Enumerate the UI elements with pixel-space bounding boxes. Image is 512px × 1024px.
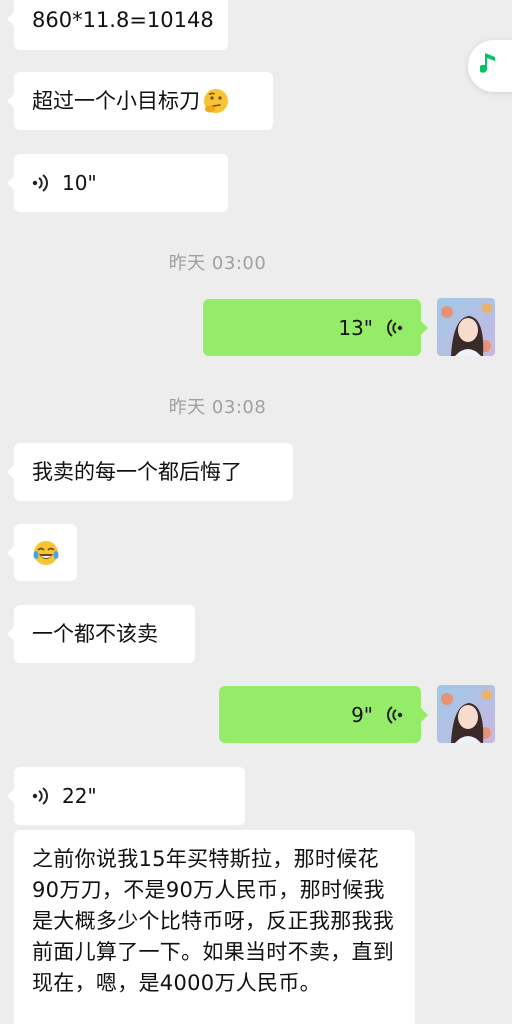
voice-duration: 9" [351, 702, 373, 727]
voice-duration: 22" [62, 784, 97, 808]
message-text: 860*11.8=10148 [32, 8, 214, 32]
message-text: 一个都不该卖 [32, 622, 158, 646]
thinking-face-emoji [202, 87, 230, 115]
voice-wave-icon [387, 318, 403, 338]
message-text: 我卖的每一个都后悔了 [32, 460, 242, 484]
voice-wave-icon [32, 786, 48, 806]
voice-message-outgoing[interactable]: 9" [219, 686, 428, 743]
timestamp: 昨天 03:08 [168, 397, 267, 418]
message-bubble-incoming[interactable]: 860*11.8=10148 [7, 0, 228, 50]
voice-message-incoming[interactable]: 10" [7, 154, 228, 212]
voice-wave-icon [387, 705, 403, 725]
voice-message-incoming[interactable]: 22" [7, 767, 245, 825]
floating-music-button[interactable] [468, 40, 512, 92]
message-bubble-incoming[interactable]: 我卖的每一个都后悔了 [7, 443, 293, 501]
voice-duration: 13" [338, 315, 373, 340]
chat-conversation: 860*11.8=10148 超过一个小目标刀 10" 昨天 03:00 13"… [0, 0, 512, 1024]
avatar[interactable] [437, 298, 495, 356]
music-note-icon [479, 52, 500, 80]
message-bubble-incoming[interactable] [7, 524, 77, 581]
message-text: 之前你说我15年买特斯拉，那时候花90万刀，不是90万人民币，那时候我是大概多少… [32, 847, 395, 995]
voice-transcription-text[interactable]: 之前你说我15年买特斯拉，那时候花90万刀，不是90万人民币，那时候我是大概多少… [14, 830, 415, 1024]
message-text: 超过一个小目标刀 [32, 89, 200, 113]
message-bubble-incoming[interactable]: 超过一个小目标刀 [7, 72, 273, 130]
avatar[interactable] [437, 685, 495, 743]
timestamp: 昨天 03:00 [168, 253, 267, 274]
voice-wave-icon [32, 173, 48, 193]
voice-message-outgoing[interactable]: 13" [203, 299, 428, 356]
message-bubble-incoming[interactable]: 一个都不该卖 [7, 605, 195, 663]
tears-of-joy-emoji [32, 539, 60, 567]
voice-duration: 10" [62, 171, 97, 195]
